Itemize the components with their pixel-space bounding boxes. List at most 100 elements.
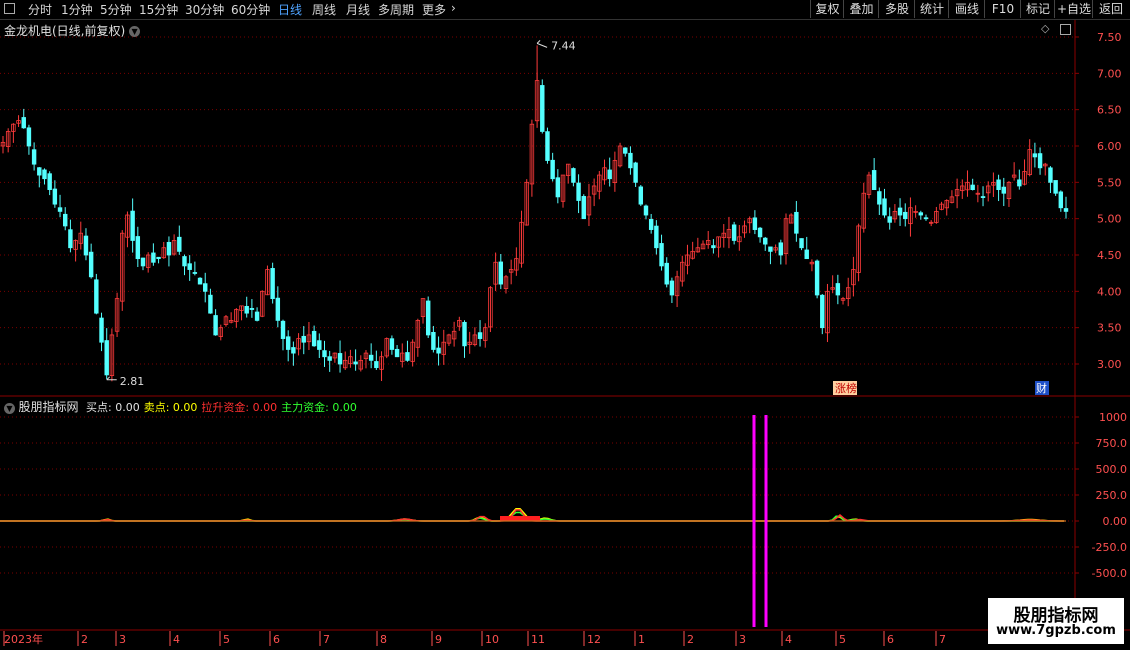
candle xyxy=(799,238,804,249)
candle xyxy=(804,249,809,260)
x-tick-label: 3 xyxy=(739,633,746,646)
candle xyxy=(285,336,291,350)
signal-bar xyxy=(752,415,756,627)
high-marker-label: 7.44 xyxy=(551,39,576,52)
indicator-values: 买点: 0.00 卖点: 0.00 拉升资金: 0.00 主力资金: 0.00 xyxy=(82,401,357,414)
candle xyxy=(21,117,26,129)
watermark-logo: 股朋指标网 www.7gpzb.com xyxy=(988,598,1124,644)
candle xyxy=(903,211,908,220)
candle xyxy=(182,256,187,267)
x-tick-label: 5 xyxy=(839,633,846,646)
candle xyxy=(311,330,317,347)
x-tick-label: 5 xyxy=(223,633,230,646)
candle xyxy=(581,196,586,220)
candle xyxy=(208,294,213,314)
candle xyxy=(291,347,296,354)
price-tick-label: 5.50 xyxy=(1097,176,1122,189)
price-tick-label: 5.00 xyxy=(1097,213,1122,226)
ind-tick-label: 0.00 xyxy=(1103,515,1128,528)
candle xyxy=(156,256,161,260)
candle xyxy=(197,277,203,285)
candle xyxy=(203,283,208,292)
candle xyxy=(68,229,73,249)
candle xyxy=(244,305,249,314)
candle xyxy=(669,280,675,296)
candle xyxy=(166,241,172,256)
candle xyxy=(794,211,799,234)
candle xyxy=(887,216,892,223)
candle xyxy=(550,159,555,180)
candles xyxy=(0,72,1069,382)
price-tick-label: 4.50 xyxy=(1097,249,1122,262)
candle xyxy=(498,261,504,285)
candle xyxy=(757,227,763,238)
candle xyxy=(140,257,146,267)
x-tick-label: 8 xyxy=(380,633,387,646)
candle xyxy=(192,272,198,274)
candle xyxy=(820,294,825,329)
signal-bar xyxy=(764,415,768,627)
candle xyxy=(768,246,773,252)
candle xyxy=(26,127,32,147)
candle xyxy=(135,236,141,260)
candle xyxy=(996,179,1001,190)
kline-chart[interactable]: 7.50 7.00 6.50 6.00 5.50 5.00 4.50 4.00 3.50 3.00… xyxy=(0,0,1130,650)
candle xyxy=(254,311,260,321)
candle xyxy=(628,152,633,169)
low-marker-label: 2.81 xyxy=(120,375,144,388)
ind-tick-label: 1000 xyxy=(1099,411,1127,424)
candle xyxy=(1001,186,1006,194)
finance-badge: 财 xyxy=(1036,381,1047,395)
pull-fund-area xyxy=(500,516,540,521)
ind-tick-label: 500.0 xyxy=(1096,463,1128,476)
candle xyxy=(711,245,716,249)
price-tick-label: 6.00 xyxy=(1097,140,1122,153)
x-tick-label: 2 xyxy=(687,633,694,646)
chevron-down-icon[interactable]: ▼ xyxy=(4,402,15,414)
candle xyxy=(249,308,255,310)
x-tick-label: 2 xyxy=(81,633,88,646)
price-tick-label: 7.00 xyxy=(1097,67,1122,80)
indicator-value-1: 卖点: 0.00 xyxy=(143,401,198,414)
candle xyxy=(301,335,306,343)
candle xyxy=(52,188,58,205)
candle xyxy=(405,352,410,361)
candle xyxy=(731,224,737,241)
candle xyxy=(643,205,649,216)
candle xyxy=(923,217,929,220)
candle xyxy=(638,186,644,205)
candle xyxy=(555,177,561,198)
x-tick-label: 2023年 xyxy=(4,632,43,646)
candle xyxy=(47,173,52,190)
candle xyxy=(322,350,327,358)
high-marker-arrow xyxy=(536,40,548,48)
candle xyxy=(462,321,467,347)
candle xyxy=(1032,153,1038,158)
indicator-value-2: 拉升资金: 0.00 xyxy=(201,401,278,414)
candle xyxy=(540,85,545,132)
price-tick-label: 4.00 xyxy=(1097,285,1122,298)
limit-up-badge: 涨榜 xyxy=(835,381,857,395)
x-tick-label: 7 xyxy=(939,633,946,646)
candle xyxy=(374,361,379,369)
candle xyxy=(970,184,975,191)
candle xyxy=(275,297,281,321)
x-tick-label: 3 xyxy=(119,633,126,646)
candle xyxy=(57,207,63,212)
candle xyxy=(436,347,441,354)
candle xyxy=(177,236,182,252)
candle xyxy=(897,207,903,216)
candle xyxy=(42,169,47,180)
candle xyxy=(431,331,436,350)
candle xyxy=(187,263,192,270)
candle xyxy=(778,242,784,256)
candle xyxy=(37,167,42,176)
candle xyxy=(664,262,669,285)
candle xyxy=(1037,153,1043,169)
candle xyxy=(88,251,94,278)
candle xyxy=(571,168,576,183)
x-tick-label: 6 xyxy=(273,633,280,646)
x-tick-label: 1 xyxy=(638,633,645,646)
indicator-header: ▼ 股朋指标网 买点: 0.00 卖点: 0.00 拉升资金: 0.00 主力资金: … xyxy=(4,398,357,415)
candle xyxy=(1058,191,1064,209)
